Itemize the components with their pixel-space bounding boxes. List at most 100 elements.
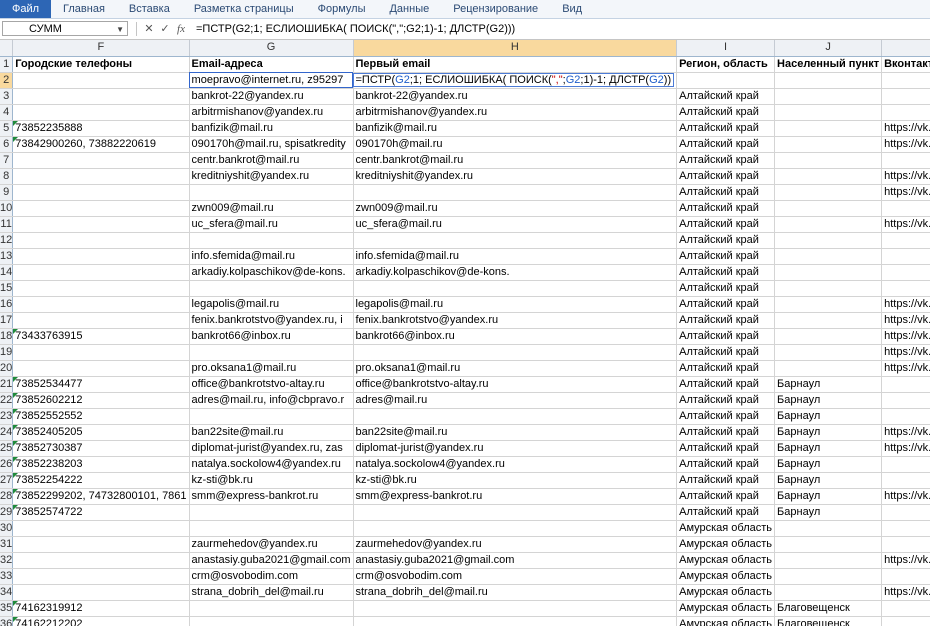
cell-i[interactable]: Алтайский край	[676, 88, 776, 105]
cell-i[interactable]: Алтайский край	[676, 232, 776, 249]
cell-g[interactable]: crm@osvobodim.com	[189, 568, 354, 585]
cell-f[interactable]: 74162212202	[12, 616, 190, 626]
tab-2[interactable]: Вставка	[117, 0, 182, 18]
cell-f[interactable]: 73852405205	[12, 424, 190, 441]
cell-j[interactable]	[774, 568, 883, 585]
cell-g[interactable]: office@bankrotstvo-altay.ru	[189, 376, 354, 393]
cell-f[interactable]	[12, 152, 190, 169]
cell-k[interactable]	[881, 536, 930, 553]
cell-g[interactable]: legapolis@mail.ru	[189, 296, 354, 313]
cell-j[interactable]: Барнаул	[774, 488, 883, 505]
cell-j[interactable]: Барнаул	[774, 456, 883, 473]
cell-k[interactable]: Вконтакте	[881, 56, 930, 73]
cell-g[interactable]: adres@mail.ru, info@cbpravo.r	[189, 392, 354, 409]
cell-i[interactable]: Алтайский край	[676, 120, 776, 137]
cell-j[interactable]	[774, 264, 883, 281]
row-header[interactable]: 22	[0, 392, 14, 409]
cell-f[interactable]	[12, 184, 190, 201]
cell-k[interactable]: https://vk.com/bankrotdel	[881, 552, 930, 569]
cell-f[interactable]: 73852534477	[12, 376, 190, 393]
cell-j[interactable]	[774, 520, 883, 537]
column-header[interactable]: I	[676, 40, 776, 57]
row-header[interactable]: 33	[0, 568, 14, 585]
cell-g[interactable]	[189, 184, 354, 201]
cell-j[interactable]: Барнаул	[774, 376, 883, 393]
cell-f[interactable]: 74162319912	[12, 600, 190, 617]
cell-i[interactable]: Алтайский край	[676, 360, 776, 377]
cell-j[interactable]	[774, 312, 883, 329]
cancel-icon[interactable]: ✕	[141, 21, 157, 37]
cell-j[interactable]	[774, 168, 883, 185]
cell-h[interactable]: natalya.sockolow4@yandex.ru	[353, 456, 678, 473]
cell-g[interactable]: zaurmehedov@yandex.ru	[189, 536, 354, 553]
cell-i[interactable]: Амурская область	[676, 568, 776, 585]
row-header[interactable]: 12	[0, 232, 14, 249]
cell-f[interactable]	[12, 360, 190, 377]
cell-k[interactable]	[881, 264, 930, 281]
cell-f[interactable]	[12, 568, 190, 585]
cell-k[interactable]	[881, 600, 930, 617]
cell-editor[interactable]: =ПСТР(G2;1; ЕСЛИОШИБКА( ПОИСК(",";G2;1)-…	[352, 72, 675, 87]
cell-j[interactable]	[774, 136, 883, 153]
cell-f[interactable]	[12, 72, 190, 89]
cell-f[interactable]	[12, 248, 190, 265]
cell-k[interactable]: https://vk.com/bankrotstvo.barnau	[881, 424, 930, 441]
cell-k[interactable]: https://vk.com/blackxs8	[881, 296, 930, 313]
cell-h[interactable]: arkadiy.kolpaschikov@de-kons.	[353, 264, 678, 281]
cell-i[interactable]: Алтайский край	[676, 184, 776, 201]
cell-h[interactable]	[353, 408, 678, 425]
cell-h[interactable]: bankrot66@inbox.ru	[353, 328, 678, 345]
cell-j[interactable]	[774, 552, 883, 569]
cell-i[interactable]: Регион, область	[676, 56, 776, 73]
cell-i[interactable]: Алтайский край	[676, 440, 776, 457]
row-header[interactable]: 6	[0, 136, 14, 153]
cell-j[interactable]	[774, 72, 883, 89]
cell-f[interactable]: 73852238203	[12, 456, 190, 473]
cell-i[interactable]: Амурская область	[676, 584, 776, 601]
cell-k[interactable]	[881, 72, 930, 89]
cell-f[interactable]: 73852299202, 74732800101, 7861	[12, 488, 190, 505]
cell-g[interactable]	[189, 504, 354, 521]
cell-k[interactable]: https://vk.com/public211714430, h	[881, 344, 930, 361]
cell-h[interactable]	[353, 184, 678, 201]
cell-g[interactable]	[189, 280, 354, 297]
cell-g[interactable]: uc_sfera@mail.ru	[189, 216, 354, 233]
cell-h[interactable]: arbitrmishanov@yandex.ru	[353, 104, 678, 121]
cell-g[interactable]	[189, 344, 354, 361]
tab-4[interactable]: Формулы	[306, 0, 378, 18]
row-header[interactable]: 35	[0, 600, 14, 617]
cell-f[interactable]: 73852254222	[12, 472, 190, 489]
cell-i[interactable]: Алтайский край	[676, 408, 776, 425]
row-header[interactable]: 20	[0, 360, 14, 377]
cell-g[interactable]: arbitrmishanov@yandex.ru	[189, 104, 354, 121]
cell-i[interactable]: Амурская область	[676, 600, 776, 617]
cell-k[interactable]	[881, 456, 930, 473]
column-header[interactable]: K	[881, 40, 930, 57]
row-header[interactable]: 3	[0, 88, 14, 105]
insert-function-icon[interactable]: fx	[173, 21, 189, 37]
cell-h[interactable]	[353, 520, 678, 537]
cell-h[interactable]	[353, 616, 678, 626]
cell-g[interactable]: pro.oksana1@mail.ru	[189, 360, 354, 377]
row-header[interactable]: 32	[0, 552, 14, 569]
cell-h[interactable]	[353, 600, 678, 617]
cell-j[interactable]	[774, 328, 883, 345]
cell-h[interactable]: smm@express-bankrot.ru	[353, 488, 678, 505]
cell-f[interactable]	[12, 296, 190, 313]
row-header[interactable]: 31	[0, 536, 14, 553]
cell-f[interactable]: 73852730387	[12, 440, 190, 457]
name-box[interactable]: СУММ ▼	[2, 21, 128, 36]
cell-h[interactable]	[353, 232, 678, 249]
cell-h[interactable]: =ПСТР(G2;1; ЕСЛИОШИБКА( ПОИСК(",";G2;1)-…	[352, 72, 678, 89]
cell-i[interactable]: Алтайский край	[676, 488, 776, 505]
cell-i[interactable]: Амурская область	[676, 616, 776, 626]
cell-g[interactable]: ban22site@mail.ru	[189, 424, 354, 441]
row-header[interactable]: 8	[0, 168, 14, 185]
cell-k[interactable]: https://vk.com/nastena_yu	[881, 584, 930, 601]
cell-i[interactable]: Алтайский край	[676, 376, 776, 393]
cell-k[interactable]: https://vk.com/kreditnyyshchit	[881, 168, 930, 185]
cell-i[interactable]: Алтайский край	[676, 328, 776, 345]
cell-f[interactable]	[12, 520, 190, 537]
cell-k[interactable]	[881, 520, 930, 537]
cell-f[interactable]: 73852574722	[12, 504, 190, 521]
